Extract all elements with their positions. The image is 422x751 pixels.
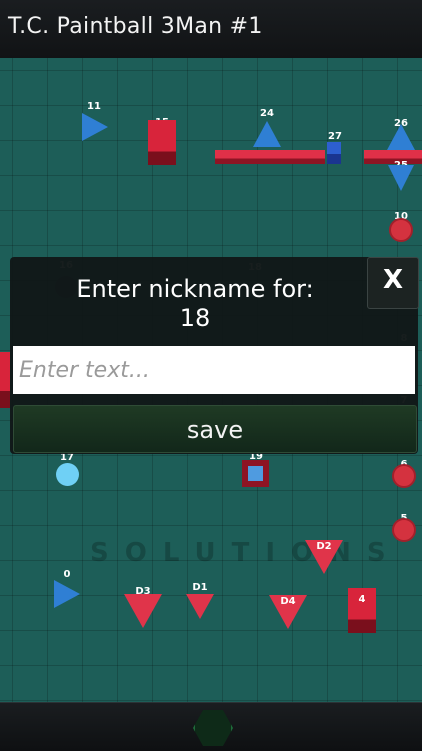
bunker-19-core — [248, 466, 263, 481]
bunker-bar-center[interactable] — [215, 150, 325, 164]
bunker-27[interactable] — [327, 142, 341, 164]
bunker-26[interactable] — [387, 124, 415, 150]
close-button[interactable]: X — [367, 257, 419, 309]
dialog-bunker-number: 18 — [179, 304, 211, 332]
field-title: T.C. Paintball 3Man #1 — [8, 14, 263, 39]
bunker-label-0: 0 — [63, 569, 71, 580]
bunker-label-d3: D3 — [135, 586, 151, 597]
close-icon: X — [382, 265, 404, 295]
top-bar: T.C. Paintball 3Man #1 — [0, 0, 422, 59]
bunker-label-d1: D1 — [192, 582, 208, 593]
bunker-24[interactable] — [253, 121, 281, 147]
bunker-label-27: 27 — [328, 131, 342, 142]
nickname-input[interactable] — [13, 346, 415, 394]
watermark: SOLUTIONS — [90, 538, 402, 568]
dialog-prompt: Enter nickname for: 18 — [10, 275, 380, 333]
bunker-label-24: 24 — [260, 108, 274, 119]
bunker-6[interactable] — [392, 464, 416, 488]
save-button[interactable]: save — [13, 405, 417, 453]
bunker-bar-right[interactable] — [364, 150, 422, 164]
bunker-10[interactable] — [389, 218, 413, 242]
bunker-0[interactable] — [54, 580, 80, 608]
bunker-15[interactable] — [148, 120, 176, 165]
bunker-d3[interactable] — [124, 594, 162, 628]
bunker-label-d2: D2 — [316, 541, 332, 552]
bunker-5[interactable] — [392, 518, 416, 542]
bunker-25[interactable] — [388, 165, 414, 191]
bunker-label-4: 4 — [358, 594, 366, 605]
bunker-19[interactable] — [242, 460, 269, 487]
bunker-11[interactable] — [82, 113, 108, 141]
bunker-label-d4: D4 — [280, 596, 296, 607]
bunker-d1[interactable] — [186, 594, 214, 619]
dialog-prompt-text: Enter nickname for: — [76, 275, 314, 303]
bunker-17[interactable] — [56, 463, 79, 486]
bunker-label-11: 11 — [87, 101, 101, 112]
bunker-8-left[interactable] — [0, 352, 10, 408]
